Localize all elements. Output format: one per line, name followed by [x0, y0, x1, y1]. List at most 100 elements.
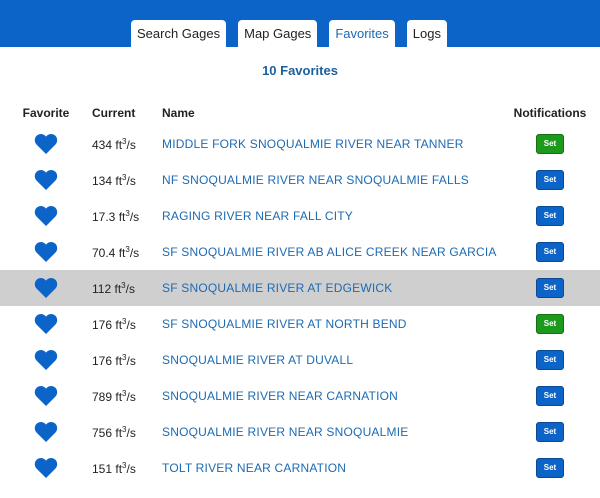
heart-icon[interactable] [34, 241, 58, 263]
flow-unit: ft3/s [115, 425, 135, 440]
column-header-name: Name [162, 106, 195, 120]
favorite-cell [0, 306, 92, 342]
heart-icon[interactable] [34, 277, 58, 299]
flow-unit: ft3/s [115, 461, 136, 476]
set-notification-button[interactable]: Set [535, 458, 565, 478]
flow-value: 756 [92, 425, 113, 440]
favorites-list: 434 ft3/s MIDDLE FORK SNOQUALMIE RIVER NE… [0, 126, 600, 486]
notifications-cell: Set [500, 378, 600, 414]
set-notification-button[interactable]: Set [535, 206, 565, 226]
table-row: 151 ft3/s TOLT RIVER NEAR CARNATION Set [0, 450, 600, 486]
set-notification-button[interactable]: Set [535, 422, 565, 442]
current-flow-cell: 176 ft3/s [92, 342, 162, 378]
tab-favorites[interactable]: Favorites [329, 20, 395, 47]
flow-unit: ft3/s [114, 281, 135, 296]
notifications-cell: Set [500, 306, 600, 342]
current-flow-cell: 756 ft3/s [92, 414, 162, 450]
set-notification-button[interactable]: Set [535, 350, 565, 370]
heart-icon[interactable] [34, 349, 58, 371]
tab-search-gages[interactable]: Search Gages [131, 20, 227, 47]
set-notification-button[interactable]: Set [535, 386, 565, 406]
table-row: 134 ft3/s NF SNOQUALMIE RIVER NEAR SNOQUA… [0, 162, 600, 198]
gage-name-link[interactable]: SF SNOQUALMIE RIVER AT EDGEWICK [162, 281, 392, 295]
unit-suffix: /s [126, 389, 136, 404]
table-row: 176 ft3/s SNOQUALMIE RIVER AT DUVALL Set [0, 342, 600, 378]
favorite-cell [0, 342, 92, 378]
tab-map-gages[interactable]: Map Gages [238, 20, 318, 47]
gage-name-link[interactable]: TOLT RIVER NEAR CARNATION [162, 461, 346, 475]
flow-unit: ft3/s [115, 317, 136, 332]
tab-strip: Search Gages Map Gages Favorites Logs [131, 20, 459, 47]
notifications-cell: Set [500, 270, 600, 306]
notifications-cell: Set [500, 234, 600, 270]
column-header-favorite: Favorite [22, 106, 70, 120]
favorite-cell [0, 414, 92, 450]
current-flow-cell: 17.3 ft3/s [92, 198, 162, 234]
set-notification-button[interactable]: Set [535, 278, 565, 298]
flow-value: 17.3 [92, 209, 116, 224]
heart-icon[interactable] [34, 169, 58, 191]
notifications-cell: Set [500, 162, 600, 198]
table-row: 434 ft3/s MIDDLE FORK SNOQUALMIE RIVER NE… [0, 126, 600, 162]
unit-suffix: /s [126, 137, 136, 152]
heart-icon[interactable] [34, 205, 58, 227]
column-header-current: Current [92, 106, 136, 120]
table-row: 17.3 ft3/s RAGING RIVER NEAR FALL CITY Set [0, 198, 600, 234]
flow-value: 112 [92, 281, 112, 296]
gage-name-link[interactable]: SNOQUALMIE RIVER NEAR CARNATION [162, 389, 398, 403]
unit-suffix: /s [129, 245, 140, 260]
unit-suffix: /s [126, 461, 136, 476]
favorite-cell [0, 162, 92, 198]
tab-logs[interactable]: Logs [406, 20, 447, 47]
unit-suffix: /s [126, 317, 136, 332]
flow-value: 434 [92, 137, 113, 152]
current-flow-cell: 789 ft3/s [92, 378, 162, 414]
notifications-cell: Set [500, 198, 600, 234]
gage-name-cell: RAGING RIVER NEAR FALL CITY [162, 198, 500, 234]
gage-name-cell: SF SNOQUALMIE RIVER AB ALICE CREEK NEAR … [162, 234, 500, 270]
flow-value: 151 [92, 461, 113, 476]
gage-name-link[interactable]: SF SNOQUALMIE RIVER AB ALICE CREEK NEAR … [162, 245, 497, 259]
heart-icon[interactable] [34, 133, 58, 155]
heart-icon[interactable] [34, 385, 58, 407]
gage-name-link[interactable]: SF SNOQUALMIE RIVER AT NORTH BEND [162, 317, 407, 331]
set-notification-button[interactable]: Set [535, 242, 565, 262]
gage-name-link[interactable]: MIDDLE FORK SNOQUALMIE RIVER NEAR TANNER [162, 137, 464, 151]
favorite-cell [0, 270, 92, 306]
gage-name-cell: SNOQUALMIE RIVER NEAR SNOQUALMIE [162, 414, 500, 450]
table-header-row: Favorite Current Name Notifications [0, 100, 600, 126]
set-notification-button[interactable]: Set [535, 170, 565, 190]
set-notification-button[interactable]: Set [535, 134, 565, 154]
notifications-cell: Set [500, 450, 600, 486]
gage-name-link[interactable]: RAGING RIVER NEAR FALL CITY [162, 209, 353, 223]
heart-icon[interactable] [34, 313, 58, 335]
favorites-table: Favorite Current Name Notifications 434 … [0, 100, 600, 486]
top-nav-bar: Search Gages Map Gages Favorites Logs [0, 0, 600, 47]
unit-suffix: /s [126, 353, 136, 368]
table-row: 756 ft3/s SNOQUALMIE RIVER NEAR SNOQUALMI… [0, 414, 600, 450]
gage-name-cell: SF SNOQUALMIE RIVER AT NORTH BEND [162, 306, 500, 342]
unit-suffix: /s [125, 281, 135, 296]
favorite-cell [0, 378, 92, 414]
favorite-cell [0, 126, 92, 162]
current-flow-cell: 151 ft3/s [92, 450, 162, 486]
gage-name-link[interactable]: SNOQUALMIE RIVER NEAR SNOQUALMIE [162, 425, 408, 439]
current-flow-cell: 112 ft3/s [92, 270, 162, 306]
gage-name-link[interactable]: SNOQUALMIE RIVER AT DUVALL [162, 353, 353, 367]
set-notification-button[interactable]: Set [535, 314, 565, 334]
flow-unit: ft3/s [119, 209, 140, 224]
gage-name-cell: SNOQUALMIE RIVER NEAR CARNATION [162, 378, 500, 414]
favorite-cell [0, 450, 92, 486]
heart-icon[interactable] [34, 421, 58, 443]
gage-name-cell: TOLT RIVER NEAR CARNATION [162, 450, 500, 486]
gage-name-cell: SF SNOQUALMIE RIVER AT EDGEWICK [162, 270, 500, 306]
column-header-notifications: Notifications [513, 106, 587, 120]
current-flow-cell: 434 ft3/s [92, 126, 162, 162]
notifications-cell: Set [500, 342, 600, 378]
unit-suffix: /s [129, 209, 140, 224]
table-row: 70.4 ft3/s SF SNOQUALMIE RIVER AB ALICE C… [0, 234, 600, 270]
flow-value: 176 [92, 353, 113, 368]
heart-icon[interactable] [34, 457, 58, 479]
gage-name-link[interactable]: NF SNOQUALMIE RIVER NEAR SNOQUALMIE FALL… [162, 173, 469, 187]
flow-unit: ft3/s [115, 389, 136, 404]
